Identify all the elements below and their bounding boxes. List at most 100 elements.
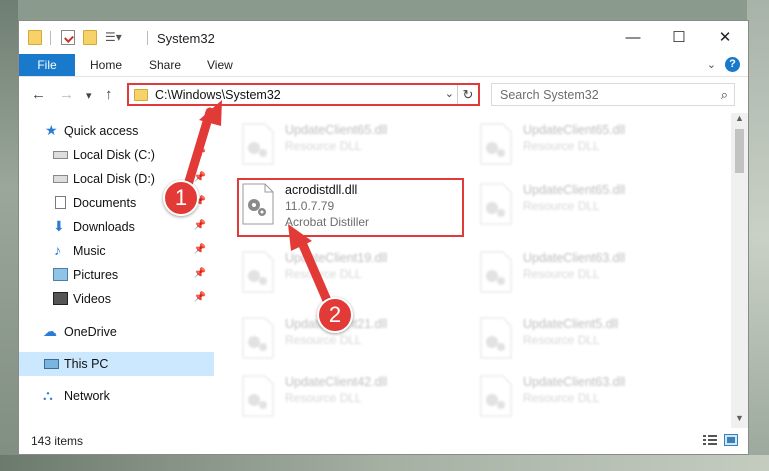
scroll-up-button[interactable]: ▲	[731, 113, 748, 128]
file-item[interactable]: UpdateClient19.dll Resource DLL	[241, 247, 471, 299]
sidebar-item-label: Videos	[73, 292, 111, 306]
sidebar-item-onedrive[interactable]: ☁ OneDrive	[19, 320, 214, 344]
close-button[interactable]: ✕	[702, 21, 748, 54]
pin-icon[interactable]: 📌	[194, 268, 206, 279]
tab-file[interactable]: File	[19, 54, 75, 76]
ribbon-tabs: File Home Share View ⌄ ?	[19, 54, 748, 77]
file-explorer-window: ☰▾ System32 — ☐ ✕ File Home Share View ⌄…	[18, 20, 749, 455]
onedrive-icon: ☁	[43, 323, 57, 339]
dll-file-icon	[242, 317, 274, 359]
sidebar-item-network[interactable]: ⛬ Network	[19, 384, 214, 408]
search-icon[interactable]: ⌕	[721, 87, 728, 103]
folder-icon	[134, 89, 148, 101]
file-name: UpdateClient19.dll	[285, 251, 388, 265]
window-title: System32	[157, 31, 215, 46]
file-item[interactable]: UpdateClient63.dll Resource DLL	[479, 371, 709, 423]
minimize-button[interactable]: —	[610, 21, 656, 54]
dll-file-icon	[480, 123, 512, 165]
toolbar-separator	[147, 31, 148, 45]
file-type: Resource DLL	[285, 391, 362, 405]
pin-icon[interactable]: 📌	[194, 148, 206, 159]
expand-ribbon-icon[interactable]: ⌄	[707, 58, 716, 71]
scroll-down-button[interactable]: ▼	[731, 413, 748, 428]
callout-step-1: 1	[163, 180, 199, 216]
status-bar: 143 items	[19, 428, 748, 454]
file-type: Resource DLL	[523, 333, 600, 347]
navigation-bar: ← → ▾ ↑ C:\Windows\System32 ⌄ ↻ Search S…	[19, 77, 748, 113]
toolbar-separator	[50, 31, 51, 45]
file-item[interactable]: UpdateClient65.dll Resource DLL	[479, 179, 709, 231]
file-type: Resource DLL	[523, 267, 600, 281]
tab-home[interactable]: Home	[90, 54, 122, 76]
details-view-icon[interactable]	[703, 434, 717, 446]
pictures-icon	[53, 268, 68, 281]
documents-icon	[55, 196, 66, 209]
music-icon: ♪	[54, 242, 61, 258]
back-button[interactable]: ←	[31, 86, 46, 103]
large-icons-view-icon[interactable]	[724, 434, 738, 446]
file-name: UpdateClient5.dll	[523, 317, 619, 331]
file-list: UpdateClient65.dll Resource DLL acrodist…	[219, 113, 734, 428]
search-input[interactable]: Search System32 ⌕	[491, 83, 735, 106]
recent-locations-button[interactable]: ▾	[86, 89, 92, 102]
file-type: Resource DLL	[285, 333, 362, 347]
dll-file-icon	[480, 317, 512, 359]
pin-icon[interactable]: 📌	[194, 172, 206, 183]
downloads-icon: ⬇	[53, 218, 65, 234]
sidebar-item-music[interactable]: ♪ Music 📌	[19, 239, 214, 263]
sidebar-item-pictures[interactable]: Pictures 📌	[19, 263, 214, 287]
file-item[interactable]: UpdateClient5.dll Resource DLL	[479, 313, 709, 365]
drive-icon	[53, 151, 68, 159]
file-item[interactable]: UpdateClient63.dll Resource DLL	[479, 247, 709, 299]
properties-icon[interactable]	[61, 30, 75, 45]
refresh-button[interactable]: ↻	[457, 85, 478, 104]
dll-file-icon	[242, 123, 274, 165]
pin-icon[interactable]: 📌	[194, 220, 206, 231]
pin-icon[interactable]: 📌	[194, 244, 206, 255]
file-item[interactable]: UpdateClient65.dll Resource DLL	[241, 119, 471, 171]
sidebar-item-label: Pictures	[73, 268, 119, 282]
file-type: Resource DLL	[285, 267, 362, 281]
customize-toolbar-icon[interactable]: ☰▾	[105, 30, 122, 45]
file-item[interactable]: UpdateClient21.dll Resource DLL	[241, 313, 471, 365]
desktop-background-left	[0, 0, 18, 471]
file-type: Resource DLL	[523, 199, 600, 213]
file-name: UpdateClient65.dll	[523, 183, 626, 197]
address-path[interactable]: C:\Windows\System32	[155, 88, 281, 102]
new-folder-icon[interactable]	[83, 30, 97, 45]
star-icon: ★	[45, 122, 58, 138]
sidebar-item-local-disk-c[interactable]: Local Disk (C:) 📌	[19, 143, 214, 167]
pc-icon	[44, 359, 59, 369]
pin-icon[interactable]: 📌	[194, 292, 206, 303]
address-bar[interactable]: C:\Windows\System32 ⌄ ↻	[127, 83, 480, 106]
sidebar-item-downloads[interactable]: ⬇ Downloads 📌	[19, 215, 214, 239]
sidebar-item-label: Network	[64, 389, 110, 403]
videos-icon	[53, 292, 68, 305]
help-icon[interactable]: ?	[725, 57, 740, 72]
sidebar-item-label: Quick access	[64, 124, 139, 138]
sidebar-item-label: OneDrive	[64, 325, 117, 339]
folder-icon[interactable]	[28, 30, 42, 45]
callout-step-2: 2	[317, 297, 353, 333]
search-placeholder: Search System32	[500, 88, 599, 102]
sidebar-item-label: Downloads	[73, 220, 135, 234]
drive-icon	[53, 175, 68, 183]
tab-view[interactable]: View	[207, 54, 233, 76]
file-item[interactable]: UpdateClient42.dll Resource DLL	[241, 371, 471, 423]
tab-share[interactable]: Share	[149, 54, 181, 76]
up-button[interactable]: ↑	[105, 86, 113, 103]
file-item[interactable]: UpdateClient65.dll Resource DLL	[479, 119, 709, 171]
file-type: Resource DLL	[285, 139, 362, 153]
sidebar-item-quick-access[interactable]: ★ Quick access	[19, 119, 214, 143]
scrollbar-thumb[interactable]	[735, 129, 744, 173]
forward-button[interactable]: →	[59, 86, 74, 103]
chevron-down-icon[interactable]: ⌄	[445, 87, 454, 100]
maximize-button[interactable]: ☐	[656, 21, 702, 54]
sidebar-item-this-pc[interactable]: This PC	[19, 352, 214, 376]
file-type: Resource DLL	[523, 391, 600, 405]
file-name: UpdateClient63.dll	[523, 375, 626, 389]
vertical-scrollbar[interactable]: ▲ ▼	[731, 113, 748, 428]
sidebar-item-videos[interactable]: Videos 📌	[19, 287, 214, 311]
file-name: UpdateClient65.dll	[523, 123, 626, 137]
file-name: UpdateClient63.dll	[523, 251, 626, 265]
